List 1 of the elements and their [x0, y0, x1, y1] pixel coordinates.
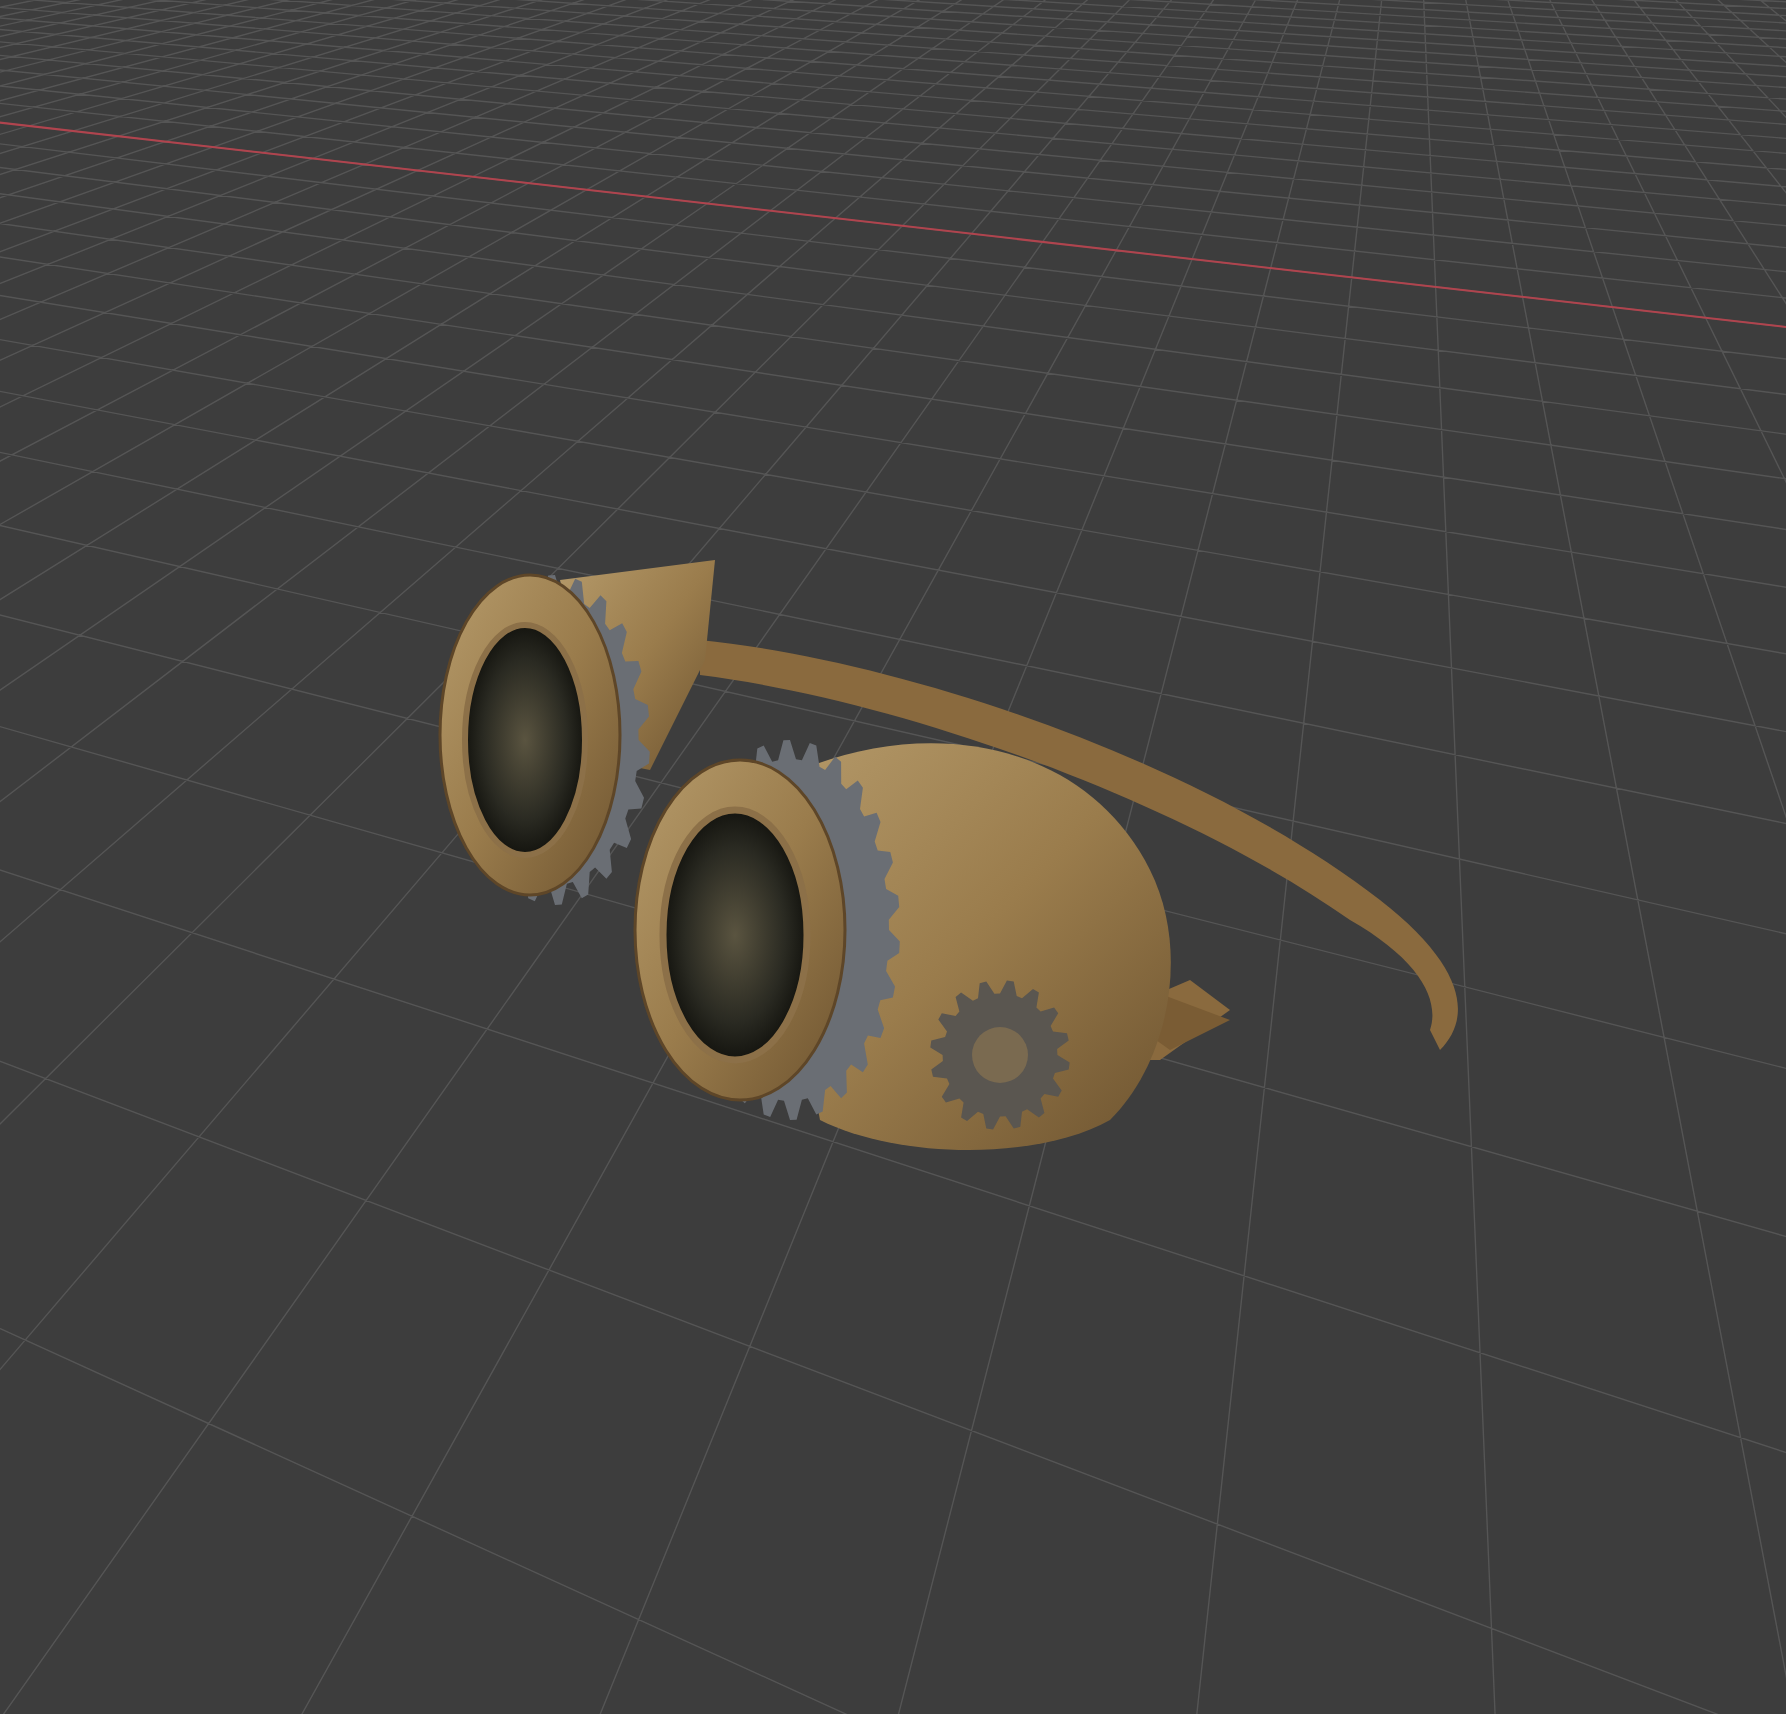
3d-viewport[interactable]	[0, 0, 1786, 1714]
